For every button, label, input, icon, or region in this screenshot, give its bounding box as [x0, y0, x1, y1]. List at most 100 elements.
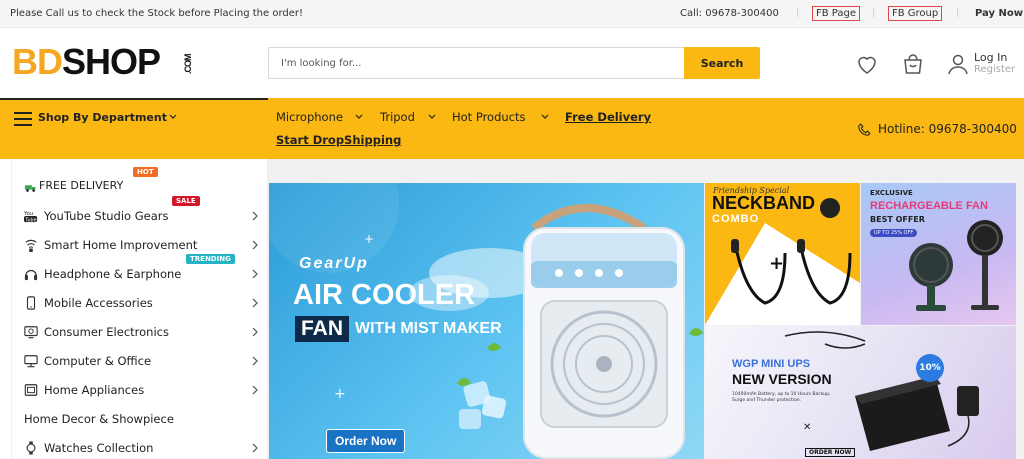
nav-link-start-dropshipping[interactable]: Start DropShipping — [276, 133, 401, 147]
divider: | — [796, 7, 800, 18]
appliance-icon — [24, 384, 38, 396]
banner-air-cooler[interactable]: + + GearUp AIR COOLER FAN WITH MIST MAKE… — [269, 183, 704, 459]
sidebar-item-label: Smart Home Improvement — [44, 238, 198, 252]
sidebar-item-label: Consumer Electronics — [44, 325, 169, 339]
department-label: Shop By Department — [38, 111, 167, 124]
sidebar-item-youtube-studio-gears[interactable]: You Tube YouTube Studio Gears SALE — [12, 196, 269, 231]
order-now-button[interactable]: Order Now — [326, 429, 406, 453]
svg-text:+: + — [334, 386, 346, 402]
sidebar-item-computer-office[interactable]: Computer & Office — [12, 347, 269, 376]
banner-new-version: NEW VERSION — [732, 371, 832, 387]
sidebar-item-label: Computer & Office — [44, 354, 152, 368]
svg-text:+: + — [364, 232, 374, 246]
chevron-right-icon — [252, 298, 258, 308]
svg-text:Tube: Tube — [24, 217, 36, 223]
register-link[interactable]: Register — [974, 64, 1015, 75]
svg-text:+: + — [769, 253, 784, 274]
category-sidebar: FREE DELIVERY HOT You Tube YouTube Studi… — [11, 159, 268, 459]
chevron-right-icon — [252, 327, 258, 337]
wifi-icon — [25, 239, 37, 252]
youtube-icon: You Tube — [24, 211, 38, 223]
hotline[interactable]: Hotline: 09678-300400 — [878, 122, 1017, 136]
sidebar-item-consumer-electronics[interactable]: Consumer Electronics — [12, 318, 269, 347]
banner-wgp-brand: WGP MINI UPS — [732, 358, 811, 370]
fb-page-link[interactable]: FB Page — [812, 6, 860, 21]
chevron-right-icon — [252, 356, 258, 366]
nav-link-microphone[interactable]: Microphone — [276, 110, 343, 124]
sidebar-item-label: Home Appliances — [44, 383, 145, 397]
banner-mist-maker: WITH MIST MAKER — [355, 320, 502, 337]
mobile-icon — [26, 296, 36, 310]
computer-icon — [24, 355, 38, 368]
banner-fan-label: FAN — [295, 316, 349, 342]
fb-group-link[interactable]: FB Group — [888, 6, 943, 21]
sidebar-item-headphone-earphone[interactable]: Headphone & Earphone TRENDING — [12, 254, 269, 289]
chevron-down-icon — [169, 114, 177, 119]
hot-badge: HOT — [133, 167, 158, 177]
divider: | — [956, 7, 960, 18]
chevron-right-icon — [252, 211, 258, 221]
nav-link-hot-products[interactable]: Hot Products — [452, 110, 526, 124]
banner-gearup: GearUp — [299, 255, 369, 272]
header: BDSHOP .COM Search Log In Register — [0, 28, 1024, 98]
banner-combo-label: COMBO — [712, 213, 760, 225]
search-button[interactable]: Search — [684, 47, 760, 79]
nav-link-free-delivery[interactable]: Free Delivery — [565, 110, 651, 124]
user-icon[interactable] — [946, 52, 970, 76]
chevron-right-icon — [252, 240, 258, 250]
chevron-right-icon — [252, 443, 258, 453]
chevron-down-icon — [355, 114, 363, 119]
sidebar-item-label: Home Decor & Showpiece — [24, 412, 174, 426]
banner-discount-pill: UP TO 25% OFF — [870, 229, 918, 237]
banner-neckband-combo[interactable]: + Friendship Special NECKBAND COMBO — [705, 183, 860, 325]
stock-notice: Please Call us to check the Stock before… — [10, 8, 304, 19]
divider: | — [872, 7, 876, 18]
sidebar-item-label: Mobile Accessories — [44, 296, 153, 310]
logo-com: .COM — [183, 54, 193, 75]
logo-bd: BD — [12, 41, 63, 82]
search-input[interactable] — [268, 47, 684, 79]
logo[interactable]: BDSHOP .COM — [12, 41, 193, 82]
chevron-down-icon — [541, 114, 549, 119]
watch-icon — [26, 441, 36, 455]
banner-rechargeable-fan-title: RECHARGEABLE FAN — [870, 200, 988, 212]
banner-ups-description: 10400mAh Battery, up to 10 Hours Backup,… — [732, 392, 831, 403]
login-link[interactable]: Log In — [974, 51, 1007, 64]
tv-icon — [24, 326, 38, 339]
svg-text:✕: ✕ — [803, 422, 811, 433]
banner-exclusive: EXCLUSIVE — [870, 189, 913, 197]
hamburger-menu-icon — [14, 112, 32, 126]
sidebar-item-free-delivery[interactable]: FREE DELIVERY HOT — [12, 167, 269, 202]
call-number[interactable]: Call: 09678-300400 — [680, 8, 779, 19]
logo-shop: SHOP — [62, 41, 161, 82]
trending-badge: TRENDING — [186, 254, 235, 264]
sidebar-item-watches-collection[interactable]: Watches Collection — [12, 434, 269, 459]
main-nav: Shop By Department Microphone Tripod Hot… — [0, 98, 1024, 159]
banner-air-cooler-title: AIR COOLER — [293, 279, 476, 311]
sidebar-item-label: Headphone & Earphone — [44, 267, 182, 281]
banner-rechargeable-fan[interactable]: EXCLUSIVE RECHARGEABLE FAN BEST OFFER UP… — [861, 183, 1016, 325]
wishlist-heart-icon[interactable] — [855, 52, 879, 76]
shop-by-department[interactable]: Shop By Department — [0, 98, 268, 159]
headphone-icon — [24, 269, 38, 281]
chevron-right-icon — [252, 385, 258, 395]
nav-link-tripod[interactable]: Tripod — [380, 110, 415, 124]
sidebar-item-mobile-accessories[interactable]: Mobile Accessories — [12, 289, 269, 318]
sidebar-item-home-appliances[interactable]: Home Appliances — [12, 376, 269, 405]
sidebar-item-label: FREE DELIVERY — [39, 179, 124, 192]
top-bar: Please Call us to check the Stock before… — [0, 0, 1024, 28]
banner-best-offer: BEST OFFER — [870, 215, 925, 224]
truck-icon — [24, 185, 36, 192]
phone-icon — [858, 123, 871, 136]
sidebar-item-home-decor-showpiece[interactable]: Home Decor & Showpiece — [12, 405, 269, 434]
pay-now-link[interactable]: Pay Now — [975, 8, 1023, 19]
ups-order-now-button[interactable]: ORDER NOW — [805, 448, 856, 457]
sidebar-item-label: YouTube Studio Gears — [44, 209, 169, 223]
cart-bag-icon[interactable] — [901, 52, 925, 76]
banner-wgp-mini-ups[interactable]: ✕ WGP MINI UPS NEW VERSION 10400mAh Batt… — [705, 326, 1016, 459]
chevron-down-icon — [428, 114, 436, 119]
discount-badge: 10% — [916, 354, 944, 382]
sidebar-item-label: Watches Collection — [44, 441, 154, 455]
banner-neckband-title: NECKBAND — [712, 193, 815, 213]
sale-badge: SALE — [172, 196, 200, 206]
